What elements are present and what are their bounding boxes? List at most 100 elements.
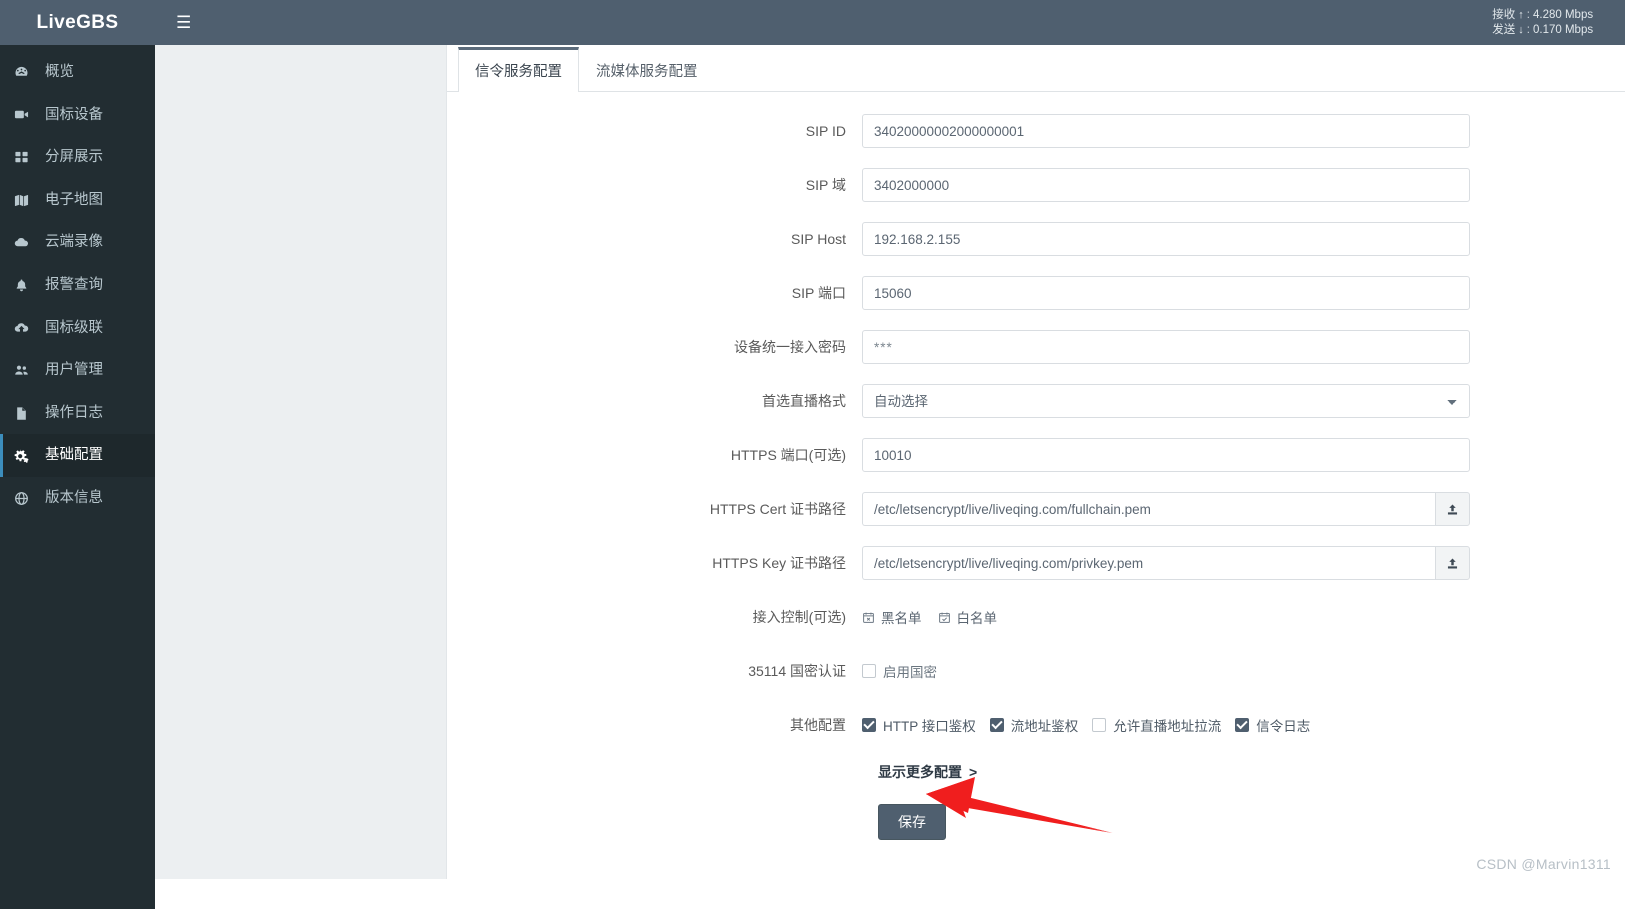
network-rx-row: 接收 ↑ : 4.280 Mbps [1492, 8, 1611, 23]
network-rx-value: 4.280 Mbps [1533, 8, 1594, 21]
sidebar-item-label: 分屏展示 [45, 149, 103, 166]
gm-auth-checkbox-label: 启用国密 [883, 665, 937, 680]
sidebar-item-10[interactable]: 版本信息 [0, 477, 155, 520]
tab-label: 信令服务配置 [475, 64, 562, 80]
sidebar-item-4[interactable]: 云端录像 [0, 221, 155, 264]
field-control-4 [862, 330, 1470, 364]
form-row-5: 首选直播格式 自动选择 [447, 384, 1625, 418]
network-status: 接收 ↑ : 4.280 Mbps 发送 ↓ : 0.170 Mbps [1492, 8, 1611, 38]
input-with-upload [862, 492, 1470, 526]
field-input-2[interactable] [862, 222, 1470, 256]
sidebar-item-9[interactable]: 基础配置 [0, 434, 155, 477]
other-config-checkbox-1[interactable]: 流地址鉴权 [989, 714, 1079, 736]
top-bar: ☰ 接收 ↑ : 4.280 Mbps 发送 ↓ : 0.170 Mbps [155, 0, 1625, 45]
arrow-down-icon: ↓ [1518, 23, 1524, 36]
other-config-checkbox-label: 信令日志 [1256, 719, 1311, 734]
other-config-checkbox-2[interactable]: 允许直播地址拉流 [1092, 714, 1221, 736]
sidebar-item-label: 版本信息 [45, 489, 103, 506]
input-with-upload [862, 546, 1470, 580]
sidebar-item-label: 国标设备 [45, 106, 103, 123]
content-panel: 信令服务配置 流媒体服务配置 SIP ID SIP 域 SIP Host SIP 端口设… [447, 45, 1625, 909]
sidebar-item-label: 电子地图 [45, 191, 103, 208]
gm-auth-checkbox[interactable]: 启用国密 [862, 660, 937, 682]
main-column: ☰ 接收 ↑ : 4.280 Mbps 发送 ↓ : 0.170 Mbps 信令… [155, 0, 1625, 909]
tab-1[interactable]: 流媒体服务配置 [579, 47, 715, 92]
other-config-checkbox-3[interactable]: 信令日志 [1235, 714, 1310, 736]
field-input-6[interactable] [862, 438, 1470, 472]
map-icon [14, 193, 36, 208]
field-input-7[interactable] [862, 492, 1435, 526]
whitelist-button[interactable]: 白名单 [938, 607, 998, 627]
whitelist-icon [938, 611, 951, 624]
blacklist-button[interactable]: 黑名单 [862, 607, 922, 627]
sidebar-item-5[interactable]: 报警查询 [0, 264, 155, 307]
form-row-2: SIP Host [447, 222, 1625, 256]
sidebar-nav: 概览国标设备分屏展示电子地图云端录像报警查询国标级联用户管理操作日志基础配置版本… [0, 45, 155, 909]
chevron-right-icon: > [969, 764, 978, 780]
gm-auth-checkbox-row: 启用国密 [862, 654, 1470, 688]
field-label-1: SIP 域 [805, 177, 846, 193]
cloud-upload-icon [14, 320, 36, 335]
sidebar-item-6[interactable]: 国标级联 [0, 307, 155, 350]
video-camera-icon [14, 107, 36, 122]
form-row-6: HTTPS 端口(可选) [447, 438, 1625, 472]
preferred-format-select[interactable]: 自动选择 [862, 384, 1470, 418]
field-input-1[interactable] [862, 168, 1470, 202]
bottom-strip [155, 879, 1625, 909]
sidebar-item-2[interactable]: 分屏展示 [0, 136, 155, 179]
tab-label: 流媒体服务配置 [596, 64, 698, 80]
field-label-3: SIP 端口 [791, 285, 846, 301]
field-control-7 [862, 492, 1470, 526]
checkbox-box [862, 718, 876, 732]
file-icon [14, 406, 36, 421]
field-input-8[interactable] [862, 546, 1435, 580]
sidebar-item-1[interactable]: 国标设备 [0, 94, 155, 137]
arrow-up-icon: ↑ [1518, 8, 1524, 21]
other-config-checkbox-label: HTTP 接口鉴权 [883, 719, 976, 734]
sidebar-item-0[interactable]: 概览 [0, 51, 155, 94]
upload-icon[interactable] [1435, 546, 1470, 580]
field-control-0 [862, 114, 1470, 148]
field-input-0[interactable] [862, 114, 1470, 148]
other-config-checkbox-label: 允许直播地址拉流 [1113, 719, 1222, 734]
form-row-0: SIP ID [447, 114, 1625, 148]
upload-icon[interactable] [1435, 492, 1470, 526]
more-config-row: 显示更多配置 > [862, 762, 1625, 782]
field-input-3[interactable] [862, 276, 1470, 310]
sidebar-item-label: 操作日志 [45, 404, 103, 421]
sidebar-item-3[interactable]: 电子地图 [0, 179, 155, 222]
field-input-4[interactable] [862, 330, 1470, 364]
field-control-3 [862, 276, 1470, 310]
users-icon [14, 363, 36, 378]
form-row-8: HTTPS Key 证书路径 [447, 546, 1625, 580]
globe-icon [14, 491, 36, 506]
other-config-controls: HTTP 接口鉴权 流地址鉴权 允许直播地址拉流 信令日志 [862, 708, 1502, 742]
save-button[interactable]: 保存 [878, 804, 946, 840]
checkbox-box [862, 664, 876, 678]
access-control-label: 接入控制(可选) [752, 609, 846, 625]
form-row-4: 设备统一接入密码 [447, 330, 1625, 364]
field-label-7: HTTPS Cert 证书路径 [709, 501, 846, 517]
sidebar-item-label: 用户管理 [45, 362, 103, 379]
gears-icon [14, 448, 36, 464]
sidebar-item-label: 概览 [45, 64, 74, 81]
network-tx-value: 0.170 Mbps [1533, 23, 1594, 36]
sidebar-item-7[interactable]: 用户管理 [0, 349, 155, 392]
whitelist-button-label: 白名单 [956, 611, 998, 626]
field-control-8 [862, 546, 1470, 580]
sidebar-item-label: 国标级联 [45, 319, 103, 336]
hamburger-icon[interactable]: ☰ [171, 11, 196, 34]
access-control-controls: 黑名单 白名单 [862, 600, 1470, 634]
other-config-label: 其他配置 [790, 717, 846, 733]
config-form: SIP ID SIP 域 SIP Host SIP 端口设备统一接入密码首选直播格式自… [447, 92, 1625, 840]
other-config-checkbox-0[interactable]: HTTP 接口鉴权 [862, 714, 976, 736]
show-more-config-link[interactable]: 显示更多配置 > [878, 762, 977, 782]
tab-0[interactable]: 信令服务配置 [458, 47, 579, 92]
other-config-checkbox-label: 流地址鉴权 [1010, 719, 1079, 734]
other-config-checkboxes: HTTP 接口鉴权 流地址鉴权 允许直播地址拉流 信令日志 [862, 708, 1502, 742]
sidebar-item-label: 报警查询 [45, 277, 103, 294]
field-label-4: 设备统一接入密码 [734, 339, 846, 355]
form-row-gm-auth: 35114 国密认证 启用国密 [447, 654, 1625, 688]
sidebar-item-8[interactable]: 操作日志 [0, 392, 155, 435]
brand-logo[interactable]: LiveGBS [0, 0, 155, 45]
